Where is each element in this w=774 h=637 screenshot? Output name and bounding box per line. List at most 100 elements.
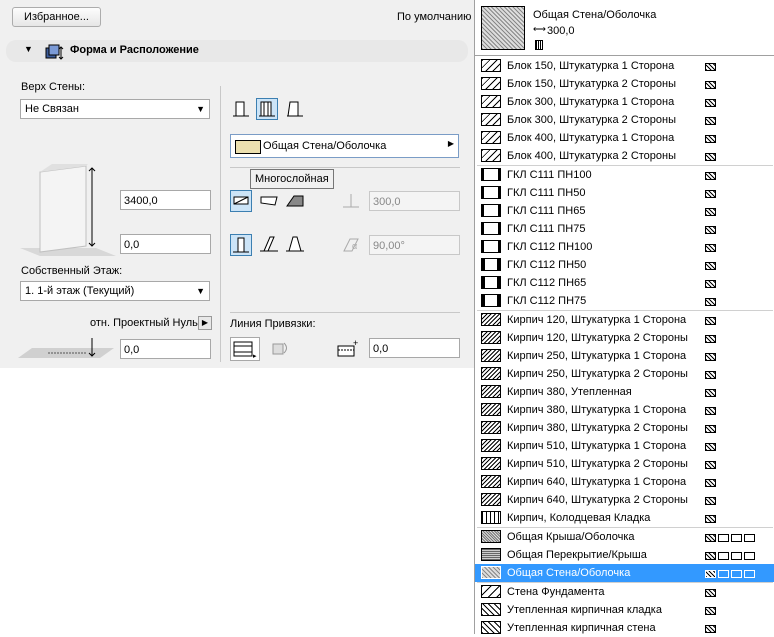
- preview-thickness: 300,0: [547, 25, 575, 37]
- list-item[interactable]: Блок 400, Штукатурка 2 Стороны: [475, 147, 774, 165]
- composite-selector[interactable]: Общая Стена/Оболочка ▶: [230, 134, 459, 158]
- composite-pattern-icon: [481, 276, 501, 289]
- svg-text:▸: ▸: [253, 353, 257, 360]
- thickness-input[interactable]: 300,0: [369, 191, 460, 211]
- svg-text:α: α: [352, 241, 357, 251]
- list-item-label: Стена Фундамента: [507, 586, 605, 598]
- list-item[interactable]: Утепленная кирпичная стена: [475, 619, 774, 637]
- project-zero-arrow-button[interactable]: ▶: [198, 316, 212, 330]
- usage-flags: [705, 166, 718, 184]
- list-item-label: Блок 400, Штукатурка 2 Стороны: [507, 150, 677, 162]
- list-item[interactable]: Кирпич 380, Штукатурка 1 Сторона: [475, 401, 774, 419]
- geometry-double-slanted-button[interactable]: [284, 234, 306, 256]
- list-item[interactable]: Блок 300, Штукатурка 1 Сторона: [475, 93, 774, 111]
- composite-pattern-icon: [481, 403, 501, 416]
- usage-flags: [705, 528, 757, 546]
- list-item[interactable]: ГКЛ С111 ПН75: [475, 220, 774, 238]
- list-item[interactable]: Кирпич 640, Штукатурка 2 Стороны: [475, 491, 774, 509]
- list-item[interactable]: ГКЛ С112 ПН100: [475, 238, 774, 256]
- list-item[interactable]: Блок 300, Штукатурка 2 Стороны: [475, 111, 774, 129]
- list-item-label: Кирпич 120, Штукатурка 1 Сторона: [507, 314, 687, 326]
- wall-usage-icon: [705, 243, 716, 252]
- reference-line-label: Линия Привязки:: [230, 318, 316, 330]
- collapse-triangle-icon[interactable]: ▼: [24, 44, 33, 54]
- list-item[interactable]: Блок 150, Штукатурка 2 Стороны: [475, 75, 774, 93]
- edge-angled-button[interactable]: [284, 190, 306, 212]
- angle-input[interactable]: 90,00°: [369, 235, 460, 255]
- flip-reference-button[interactable]: [270, 338, 292, 360]
- geometry-slanted-button[interactable]: [258, 234, 280, 256]
- usage-flags: [705, 57, 718, 75]
- list-item-label: Кирпич 250, Штукатурка 1 Сторона: [507, 350, 687, 362]
- list-item[interactable]: Кирпич 120, Штукатурка 1 Сторона: [475, 311, 774, 329]
- list-item[interactable]: Стена Фундамента: [475, 583, 774, 601]
- structure-composite-button[interactable]: [256, 98, 278, 120]
- list-item[interactable]: Общая Стена/Оболочка: [475, 564, 774, 582]
- slab-usage-icon: [718, 533, 729, 542]
- list-item[interactable]: Утепленная кирпичная кладка: [475, 601, 774, 619]
- reference-offset-icon: +: [336, 338, 360, 363]
- wall-height-input[interactable]: 3400,0: [120, 190, 211, 210]
- wall-usage-icon: [705, 261, 716, 270]
- list-item-label: Кирпич 640, Штукатурка 2 Стороны: [507, 494, 688, 506]
- home-story-select[interactable]: 1. 1-й этаж (Текущий) ▼: [20, 281, 210, 301]
- list-item[interactable]: Общая Перекрытие/Крыша: [475, 546, 774, 564]
- list-item[interactable]: ГКЛ С112 ПН75: [475, 292, 774, 310]
- wall-usage-icon: [705, 116, 716, 125]
- reference-offset-input[interactable]: 0,0: [369, 338, 460, 358]
- top-link-select[interactable]: Не Связан ▼: [20, 99, 210, 119]
- usage-flags: [705, 347, 718, 365]
- wall-usage-icon: [705, 460, 716, 469]
- usage-flags: [705, 509, 718, 527]
- list-item-label: Общая Крыша/Оболочка: [507, 531, 635, 543]
- composite-pattern-icon: [481, 331, 501, 344]
- list-item[interactable]: Блок 150, Штукатурка 1 Сторона: [475, 57, 774, 75]
- list-item[interactable]: Кирпич 250, Штукатурка 2 Стороны: [475, 365, 774, 383]
- preview-name: Общая Стена/Оболочка: [533, 9, 657, 21]
- list-item[interactable]: Кирпич 380, Штукатурка 2 Стороны: [475, 419, 774, 437]
- list-item[interactable]: Блок 400, Штукатурка 1 Сторона: [475, 129, 774, 147]
- structure-profile-button[interactable]: [284, 98, 306, 120]
- list-item[interactable]: ГКЛ С111 ПН50: [475, 184, 774, 202]
- wall-usage-icon: [705, 134, 716, 143]
- shell-usage-icon: [744, 551, 755, 560]
- composite-pattern-icon: [481, 95, 501, 108]
- reference-line-button[interactable]: ▸: [230, 337, 260, 361]
- composite-pattern-icon: [481, 475, 501, 488]
- thickness-small-icon: ⟷: [533, 24, 546, 34]
- usage-flags: [705, 329, 718, 347]
- section-header[interactable]: ▼ Форма и Расположение: [6, 40, 468, 62]
- edge-slanted-button[interactable]: [258, 190, 280, 212]
- project-zero-label: отн. Проектный Нуль: [90, 317, 198, 329]
- list-item[interactable]: Кирпич 380, Утепленная: [475, 383, 774, 401]
- list-item[interactable]: Кирпич 510, Штукатурка 1 Сторона: [475, 437, 774, 455]
- wall-usage-icon: [705, 406, 716, 415]
- wall-usage-icon: [705, 189, 716, 198]
- list-item[interactable]: ГКЛ С112 ПН50: [475, 256, 774, 274]
- slab-usage-icon: [718, 551, 729, 560]
- divider: [475, 55, 774, 56]
- list-item[interactable]: Кирпич 120, Штукатурка 2 Стороны: [475, 329, 774, 347]
- list-item[interactable]: Кирпич 250, Штукатурка 1 Сторона: [475, 347, 774, 365]
- list-item[interactable]: Кирпич, Колодцевая Кладка: [475, 509, 774, 527]
- composite-tooltip: Многослойная: [250, 169, 334, 189]
- wall-usage-icon: [705, 624, 716, 633]
- wall-usage-icon: [705, 62, 716, 71]
- list-item[interactable]: Общая Крыша/Оболочка: [475, 528, 774, 546]
- composite-pattern-icon: [481, 349, 501, 362]
- usage-flags: [705, 256, 718, 274]
- list-item[interactable]: Кирпич 510, Штукатурка 2 Стороны: [475, 455, 774, 473]
- project-zero-input[interactable]: 0,0: [120, 339, 211, 359]
- list-item-label: Кирпич 250, Штукатурка 2 Стороны: [507, 368, 688, 380]
- geometry-straight-button[interactable]: [230, 234, 252, 256]
- list-item[interactable]: Кирпич 640, Штукатурка 1 Сторона: [475, 473, 774, 491]
- usage-flags: [705, 419, 718, 437]
- base-offset-input[interactable]: 0,0: [120, 234, 211, 254]
- edge-straight-button[interactable]: [230, 190, 252, 212]
- structure-basic-button[interactable]: [230, 98, 252, 120]
- list-item[interactable]: ГКЛ С112 ПН65: [475, 274, 774, 292]
- wall-height-illustration-icon: [18, 160, 118, 263]
- list-item[interactable]: ГКЛ С111 ПН100: [475, 166, 774, 184]
- favorites-button[interactable]: Избранное...: [12, 7, 101, 27]
- list-item[interactable]: ГКЛ С111 ПН65: [475, 202, 774, 220]
